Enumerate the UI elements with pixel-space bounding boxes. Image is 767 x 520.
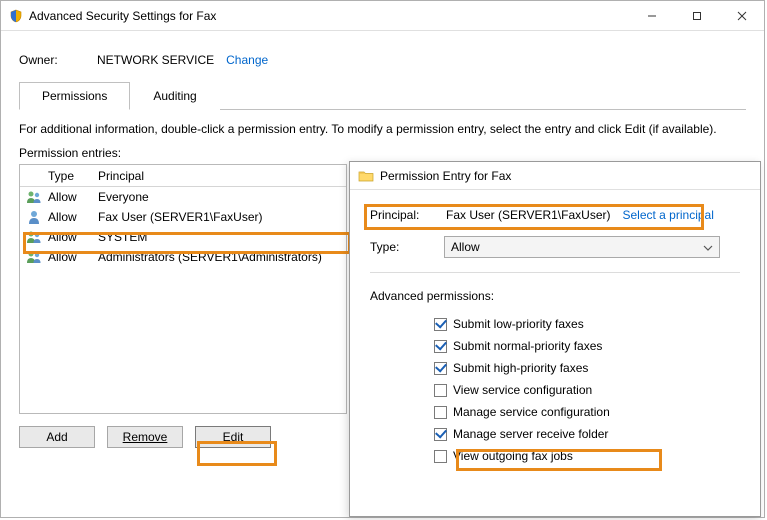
permission-label: Submit high-priority faxes — [453, 361, 588, 375]
row-principal: Fax User (SERVER1\FaxUser) — [98, 210, 346, 224]
permission-item: Submit low-priority faxes — [434, 313, 740, 335]
permission-item: View service configuration — [434, 379, 740, 401]
permissions-checklist: Submit low-priority faxes Submit normal-p… — [370, 313, 740, 467]
folder-icon — [358, 169, 374, 183]
chevron-down-icon — [703, 240, 713, 254]
permission-item: Manage server receive folder — [434, 423, 740, 445]
permission-entry-window: Permission Entry for Fax Principal: Fax … — [349, 161, 761, 517]
principal-label: Principal: — [370, 208, 444, 222]
type-label: Type: — [370, 240, 444, 254]
checkbox[interactable] — [434, 406, 447, 419]
checkbox[interactable] — [434, 362, 447, 375]
principal-icon — [26, 230, 42, 244]
security-settings-window: Advanced Security Settings for Fax Owner… — [0, 0, 765, 518]
permission-label: Manage server receive folder — [453, 427, 608, 441]
checkbox[interactable] — [434, 384, 447, 397]
shield-icon — [9, 9, 23, 23]
permission-label: Submit normal-priority faxes — [453, 339, 602, 353]
principal-icon — [26, 210, 42, 224]
principal-icon — [26, 190, 42, 204]
select-principal-link[interactable]: Select a principal — [622, 208, 713, 222]
owner-row: Owner: NETWORK SERVICE Change — [19, 53, 746, 67]
overlay-titlebar: Permission Entry for Fax — [350, 162, 760, 190]
type-row: Type: Allow — [370, 236, 740, 258]
tab-auditing[interactable]: Auditing — [130, 82, 219, 110]
permission-item: View outgoing fax jobs — [434, 445, 740, 467]
row-principal: Everyone — [98, 190, 346, 204]
titlebar: Advanced Security Settings for Fax — [1, 1, 764, 31]
advanced-permissions-label: Advanced permissions: — [370, 289, 740, 303]
principal-value: Fax User (SERVER1\FaxUser) — [444, 208, 612, 222]
row-type: Allow — [48, 210, 98, 224]
divider — [370, 272, 740, 273]
principal-icon — [26, 250, 42, 264]
row-type: Allow — [48, 230, 98, 244]
permission-item: Submit normal-priority faxes — [434, 335, 740, 357]
table-row[interactable]: AllowAdministrators (SERVER1\Administrat… — [20, 247, 346, 267]
close-button[interactable] — [719, 1, 764, 30]
minimize-button[interactable] — [629, 1, 674, 30]
owner-value: NETWORK SERVICE — [97, 53, 214, 67]
overlay-title: Permission Entry for Fax — [380, 169, 511, 183]
type-value: Allow — [451, 240, 480, 254]
checkbox[interactable] — [434, 340, 447, 353]
table-row[interactable]: AllowSYSTEM — [20, 227, 346, 247]
row-type: Allow — [48, 190, 98, 204]
permission-label: Submit low-priority faxes — [453, 317, 584, 331]
window-buttons — [629, 1, 764, 30]
permission-item: Manage service configuration — [434, 401, 740, 423]
type-select[interactable]: Allow — [444, 236, 720, 258]
permission-label: Manage service configuration — [453, 405, 610, 419]
table-row[interactable]: AllowEveryone — [20, 187, 346, 207]
permission-item: Submit high-priority faxes — [434, 357, 740, 379]
maximize-button[interactable] — [674, 1, 719, 30]
checkbox[interactable] — [434, 428, 447, 441]
permission-label: View outgoing fax jobs — [453, 449, 573, 463]
row-principal: Administrators (SERVER1\Administrators) — [98, 250, 346, 264]
overlay-content: Principal: Fax User (SERVER1\FaxUser) Se… — [350, 190, 760, 467]
checkbox[interactable] — [434, 450, 447, 463]
window-title: Advanced Security Settings for Fax — [29, 9, 629, 23]
edit-button[interactable]: Edit — [195, 426, 271, 448]
checkbox[interactable] — [434, 318, 447, 331]
entries-label: Permission entries: — [19, 146, 746, 160]
permission-label: View service configuration — [453, 383, 592, 397]
col-principal[interactable]: Principal — [98, 169, 346, 183]
list-header: Type Principal — [20, 165, 346, 187]
tabs: Permissions Auditing — [19, 81, 746, 110]
row-type: Allow — [48, 250, 98, 264]
add-button[interactable]: Add — [19, 426, 95, 448]
tab-permissions[interactable]: Permissions — [19, 82, 130, 110]
permission-entries-list: Type Principal AllowEveryoneAllowFax Use… — [19, 164, 347, 414]
remove-button[interactable]: Remove — [107, 426, 183, 448]
description: For additional information, double-click… — [19, 122, 746, 136]
table-row[interactable]: AllowFax User (SERVER1\FaxUser) — [20, 207, 346, 227]
owner-label: Owner: — [19, 53, 97, 67]
change-owner-link[interactable]: Change — [226, 53, 268, 67]
principal-row: Principal: Fax User (SERVER1\FaxUser) Se… — [370, 208, 740, 222]
col-type[interactable]: Type — [48, 169, 98, 183]
row-principal: SYSTEM — [98, 230, 346, 244]
